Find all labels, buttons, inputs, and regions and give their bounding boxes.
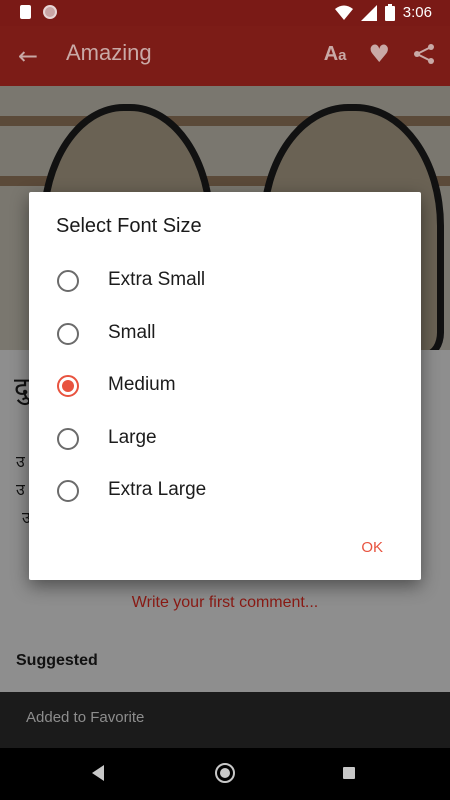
recording-icon <box>43 5 57 19</box>
option-label: Medium <box>108 374 176 395</box>
share-icon[interactable] <box>412 42 436 66</box>
option-label: Large <box>108 427 157 448</box>
ok-button[interactable]: OK <box>361 539 383 556</box>
status-bar: 3:06 <box>0 0 450 26</box>
signal-icon <box>360 4 377 21</box>
nav-back-icon[interactable] <box>92 765 104 781</box>
font-icon-small: a <box>338 46 347 64</box>
sd-card-icon <box>20 5 31 19</box>
option-label: Extra Small <box>108 269 206 290</box>
arrow-left-icon[interactable]: ← <box>18 42 38 70</box>
radio-button[interactable] <box>57 270 79 292</box>
font-icon-main: A <box>323 42 339 65</box>
font-option-small[interactable]: Small <box>29 309 421 361</box>
article-heading: दु <box>14 371 29 404</box>
suggested-heading: Suggested <box>16 652 98 669</box>
dialog-title: Select Font Size <box>56 215 202 237</box>
font-option-large[interactable]: Large <box>29 414 421 466</box>
font-option-medium[interactable]: Medium <box>29 361 421 413</box>
app-bar: ← Amazing Aa ♥ <box>0 26 450 86</box>
font-size-dialog: Select Font Size Extra Small Small Mediu… <box>29 192 421 580</box>
nav-home-icon[interactable] <box>215 763 235 783</box>
page-title: Amazing <box>66 40 152 65</box>
wifi-icon <box>334 5 353 20</box>
font-size-icon[interactable]: Aa <box>324 43 347 66</box>
heart-icon[interactable]: ♥ <box>368 40 390 68</box>
snackbar: Added to Favorite <box>0 692 450 748</box>
radio-button[interactable] <box>57 323 79 345</box>
clock: 3:06 <box>402 4 432 21</box>
radio-button[interactable] <box>57 428 79 450</box>
font-option-extra-small[interactable]: Extra Small <box>29 256 421 308</box>
nav-recents-icon[interactable] <box>343 767 355 779</box>
navigation-bar <box>0 748 450 800</box>
radio-button-selected[interactable] <box>57 375 79 397</box>
battery-icon <box>384 4 395 21</box>
option-label: Small <box>108 322 156 343</box>
write-comment-link[interactable]: Write your first comment... <box>0 594 450 612</box>
radio-button[interactable] <box>57 480 79 502</box>
option-label: Extra Large <box>108 479 207 500</box>
font-option-extra-large[interactable]: Extra Large <box>29 466 421 518</box>
snackbar-message: Added to Favorite <box>26 709 145 726</box>
